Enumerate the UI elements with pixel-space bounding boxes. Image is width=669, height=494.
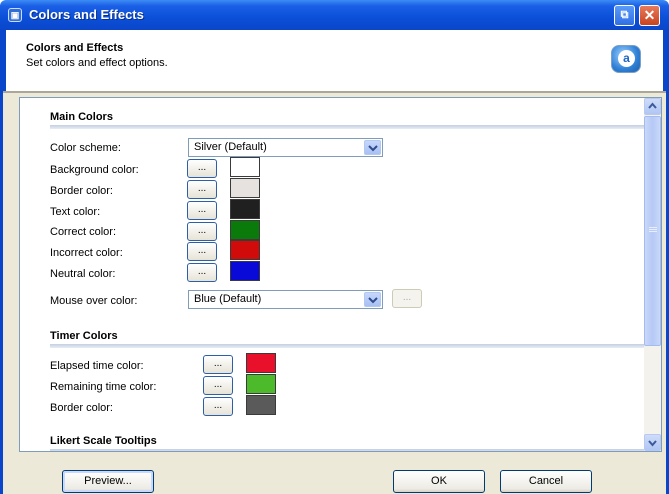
border-color-button[interactable]: ... [187, 180, 217, 199]
cancel-button[interactable]: Cancel [500, 470, 592, 493]
remaining-time-color-button[interactable]: ... [203, 376, 233, 395]
app-icon[interactable]: ▣ [8, 8, 22, 22]
background-color-label: Background color: [50, 164, 139, 176]
timer-border-color-button[interactable]: ... [203, 397, 233, 416]
text-color-label: Text color: [50, 206, 101, 218]
ok-button[interactable]: OK [393, 470, 485, 493]
close-button[interactable]: ✕ [639, 5, 660, 26]
chevron-down-icon [648, 440, 657, 447]
main-colors-rule [50, 125, 653, 129]
preview-button[interactable]: Preview... [62, 470, 154, 493]
header-title: Colors and Effects [26, 42, 124, 54]
correct-color-swatch[interactable] [230, 220, 260, 240]
timer-border-color-label: Border color: [50, 402, 113, 414]
scroll-up-button[interactable] [644, 98, 661, 115]
dialog-header: Colors and Effects Set colors and effect… [3, 30, 666, 92]
elapsed-time-color-button[interactable]: ... [203, 355, 233, 374]
incorrect-color-button[interactable]: ... [187, 242, 217, 261]
neutral-color-button[interactable]: ... [187, 263, 217, 282]
chevron-down-icon[interactable] [364, 140, 381, 155]
correct-color-label: Correct color: [50, 226, 117, 238]
background-color-button[interactable]: ... [187, 159, 217, 178]
chevron-up-icon [648, 102, 657, 109]
options-panel[interactable]: Main Colors Color scheme: Silver (Defaul… [19, 97, 662, 452]
neutral-color-label: Neutral color: [50, 268, 116, 280]
header-logo-icon: a [611, 45, 641, 73]
mouse-over-color-label: Mouse over color: [50, 295, 138, 307]
chevron-down-icon[interactable] [364, 292, 381, 307]
timer-colors-rule [50, 344, 653, 348]
incorrect-color-label: Incorrect color: [50, 247, 123, 259]
remaining-time-color-label: Remaining time color: [50, 381, 157, 393]
border-color-label: Border color: [50, 185, 113, 197]
main-colors-heading: Main Colors [50, 111, 113, 123]
restore-button[interactable]: ⧉ [614, 5, 635, 26]
scrollbar-thumb[interactable] [644, 116, 661, 346]
incorrect-color-swatch[interactable] [230, 240, 260, 260]
elapsed-time-color-label: Elapsed time color: [50, 360, 144, 372]
window-title: Colors and Effects [29, 7, 144, 22]
border-color-swatch[interactable] [230, 178, 260, 198]
timer-border-color-swatch[interactable] [246, 395, 276, 415]
mouse-over-color-value: Blue (Default) [194, 293, 262, 305]
color-scheme-dropdown[interactable]: Silver (Default) [188, 138, 383, 157]
mouse-over-color-button[interactable]: ... [392, 289, 422, 308]
timer-colors-heading: Timer Colors [50, 330, 118, 342]
correct-color-button[interactable]: ... [187, 222, 217, 241]
text-color-swatch[interactable] [230, 199, 260, 219]
likert-rule [50, 449, 653, 451]
likert-heading: Likert Scale Tooltips [50, 435, 157, 447]
text-color-button[interactable]: ... [187, 201, 217, 220]
scroll-down-button[interactable] [644, 434, 661, 451]
elapsed-time-color-swatch[interactable] [246, 353, 276, 373]
remaining-time-color-swatch[interactable] [246, 374, 276, 394]
color-scheme-label: Color scheme: [50, 142, 121, 154]
mouse-over-color-dropdown[interactable]: Blue (Default) [188, 290, 383, 309]
title-bar[interactable]: ▣ Colors and Effects ⧉ ✕ [0, 0, 669, 30]
background-color-swatch[interactable] [230, 157, 260, 177]
header-subtitle: Set colors and effect options. [26, 57, 168, 69]
neutral-color-swatch[interactable] [230, 261, 260, 281]
color-scheme-value: Silver (Default) [194, 141, 267, 153]
